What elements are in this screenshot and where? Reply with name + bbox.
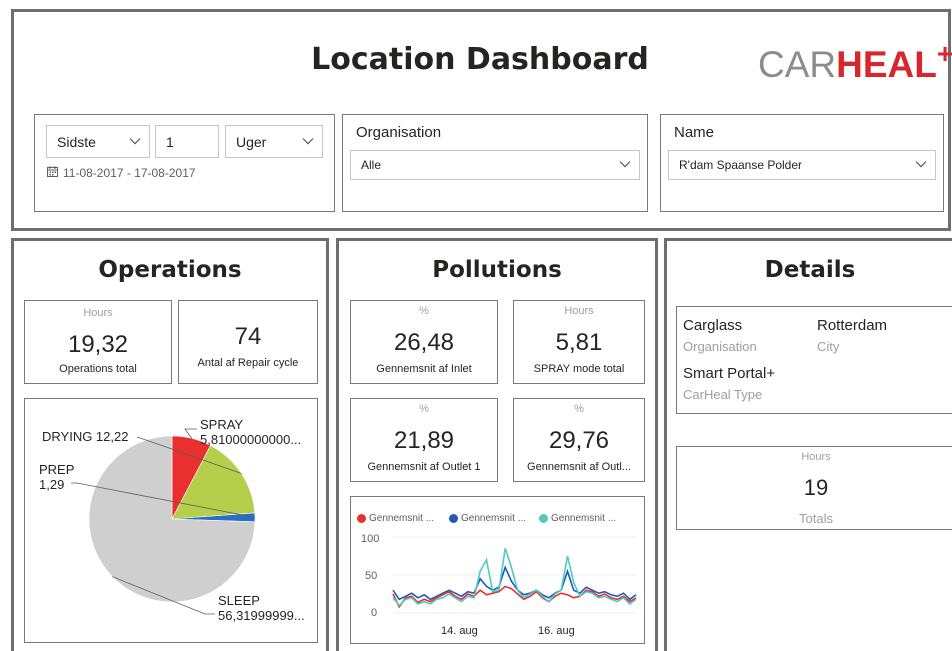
organisation-select[interactable]: Alle xyxy=(350,150,640,180)
carheal-type-value: Smart Portal+ xyxy=(683,365,776,382)
calendar-icon xyxy=(47,166,58,180)
organisation-caption: Organisation xyxy=(683,339,757,354)
pollutions-title: Pollutions xyxy=(432,257,562,283)
pie-label-drying: DRYING 12,22 xyxy=(42,429,129,444)
x-tick-16-aug: 16. aug xyxy=(538,625,575,637)
carheal-logo: CARHEAL+ xyxy=(758,38,952,85)
details-info-card: Carglass Organisation Rotterdam City Sma… xyxy=(676,306,952,414)
period-count-input[interactable]: 1 xyxy=(155,125,219,158)
series-line-3[interactable] xyxy=(392,548,637,607)
name-select[interactable]: R'dam Spaanse Polder xyxy=(668,150,936,180)
outlet2-card: % 29,76 Gennemsnit af Outl... xyxy=(513,398,645,482)
name-label: Name xyxy=(674,124,715,141)
operations-total-card: Hours 19,32 Operations total xyxy=(24,300,172,384)
pollution-line-chart xyxy=(392,536,637,614)
series-line-2[interactable] xyxy=(392,565,637,601)
pollution-line-card: Gennemsnit ... Gennemsnit ... Gennemsnit… xyxy=(350,496,645,644)
organisation-label: Organisation xyxy=(356,124,442,141)
totals-label: Totals xyxy=(799,511,833,526)
period-mode-select[interactable]: Sidste xyxy=(46,125,150,158)
details-panel xyxy=(664,238,952,651)
chevron-down-icon xyxy=(619,161,631,169)
pie-label-spray: SPRAY 5,81000000000... xyxy=(200,417,302,447)
period-unit-select[interactable]: Uger xyxy=(225,125,323,158)
repair-cycle-value: 74 xyxy=(234,323,262,350)
date-range: 11-08-2017 - 17-08-2017 xyxy=(47,166,196,180)
operations-pie-card: SPRAY 5,81000000000... DRYING 12,22 PREP 1… xyxy=(24,398,318,643)
chevron-down-icon xyxy=(915,161,927,169)
page-title: Location Dashboard xyxy=(311,42,649,77)
carheal-type-caption: CarHeal Type xyxy=(683,387,763,402)
inlet-card: % 26,48 Gennemsnit af Inlet xyxy=(350,300,498,384)
outlet1-card: % 21,89 Gennemsnit af Outlet 1 xyxy=(350,398,498,482)
totals-card: Hours 19 Totals xyxy=(676,446,952,530)
operations-title: Operations xyxy=(98,257,242,283)
pie-label-prep: PREP 1,29 xyxy=(39,462,75,492)
x-tick-14-aug: 14. aug xyxy=(441,625,478,637)
chevron-down-icon xyxy=(302,137,314,145)
chevron-down-icon xyxy=(129,137,141,145)
city-caption: City xyxy=(817,339,840,354)
pie-label-sleep: SLEEP 56,31999999... xyxy=(218,593,305,623)
organisation-value: Carglass xyxy=(683,317,743,334)
operations-total-value: 19,32 xyxy=(67,331,129,358)
totals-value: 19 xyxy=(803,475,829,500)
spray-mode-card: Hours 5,81 SPRAY mode total xyxy=(513,300,645,384)
details-title: Details xyxy=(764,257,856,283)
city-value: Rotterdam xyxy=(817,317,888,334)
repair-cycle-card: 74 Antal af Repair cycle xyxy=(178,300,318,384)
